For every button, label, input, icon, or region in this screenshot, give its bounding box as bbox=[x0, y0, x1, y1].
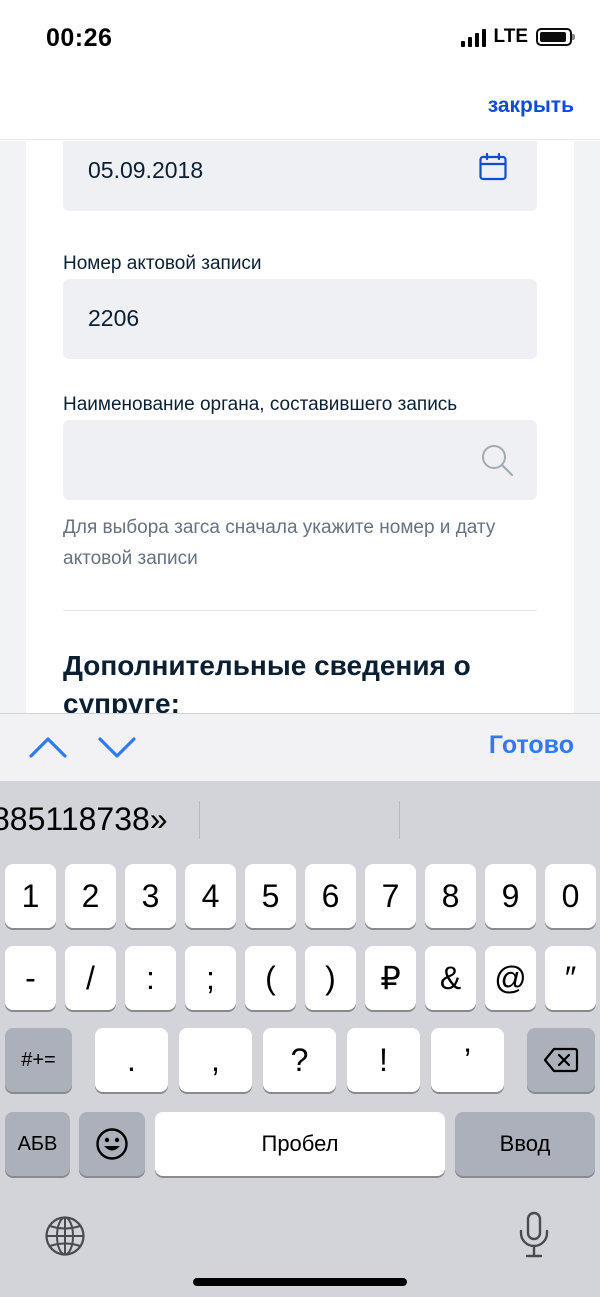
key-5[interactable]: 5 bbox=[245, 864, 296, 928]
microphone-icon[interactable] bbox=[518, 1211, 550, 1259]
divider bbox=[63, 610, 537, 611]
key-exclamation[interactable]: ! bbox=[347, 1028, 420, 1092]
signal-icon bbox=[460, 27, 486, 47]
suggestion-item[interactable]: 885118738» bbox=[0, 801, 168, 838]
key-colon[interactable]: : bbox=[125, 946, 176, 1010]
key-8[interactable]: 8 bbox=[425, 864, 476, 928]
letters-key[interactable]: АБВ bbox=[5, 1112, 70, 1176]
keyboard-toolbar: Готово bbox=[0, 713, 600, 781]
backspace-key[interactable] bbox=[527, 1028, 595, 1092]
key-period[interactable]: . bbox=[95, 1028, 168, 1092]
status-time: 00:26 bbox=[46, 24, 113, 52]
key-semicolon[interactable]: ; bbox=[185, 946, 236, 1010]
key-apostrophe[interactable]: ’ bbox=[431, 1028, 504, 1092]
emoji-key[interactable] bbox=[79, 1112, 145, 1176]
chevron-up-icon[interactable] bbox=[28, 730, 68, 764]
record-number-field[interactable]: 2206 bbox=[63, 279, 537, 359]
top-bar: закрыть bbox=[0, 78, 600, 140]
suggestion-separator bbox=[399, 801, 400, 839]
key-3[interactable]: 3 bbox=[125, 864, 176, 928]
content-area: 05.09.2018 Номер актовой записи 2206 Наи… bbox=[0, 141, 600, 713]
key-ruble[interactable]: ₽ bbox=[365, 946, 416, 1010]
record-number-label: Номер актовой записи bbox=[63, 253, 262, 274]
key-close-paren[interactable]: ) bbox=[305, 946, 356, 1010]
suggestion-separator bbox=[199, 801, 200, 839]
key-question[interactable]: ? bbox=[263, 1028, 336, 1092]
key-open-paren[interactable]: ( bbox=[245, 946, 296, 1010]
section-title: Дополнительные сведения о супруге: bbox=[63, 650, 471, 713]
form-card: 05.09.2018 Номер актовой записи 2206 Наи… bbox=[26, 141, 574, 713]
authority-field[interactable] bbox=[63, 420, 537, 500]
network-type: LTE bbox=[493, 26, 528, 47]
authority-label: Наименование органа, составившего запись bbox=[63, 394, 458, 415]
return-key[interactable]: Ввод bbox=[455, 1112, 595, 1176]
calendar-icon[interactable] bbox=[479, 153, 507, 181]
key-1[interactable]: 1 bbox=[5, 864, 56, 928]
space-key[interactable]: Пробел bbox=[155, 1112, 445, 1176]
key-6[interactable]: 6 bbox=[305, 864, 356, 928]
globe-icon[interactable] bbox=[44, 1215, 86, 1257]
battery-icon bbox=[536, 28, 575, 46]
record-number-value: 2206 bbox=[88, 305, 140, 331]
date-field[interactable]: 05.09.2018 bbox=[63, 141, 537, 211]
authority-hint: Для выбора загса сначала укажите номер и… bbox=[63, 517, 496, 569]
home-indicator bbox=[193, 1278, 407, 1286]
key-ampersand[interactable]: & bbox=[425, 946, 476, 1010]
chevron-down-icon[interactable] bbox=[97, 730, 137, 764]
search-icon[interactable] bbox=[479, 442, 515, 478]
key-0[interactable]: 0 bbox=[545, 864, 596, 928]
backspace-icon bbox=[543, 1047, 579, 1073]
key-hyphen[interactable]: - bbox=[5, 946, 56, 1010]
key-9[interactable]: 9 bbox=[485, 864, 536, 928]
keyboard: 885118738» 1 2 3 4 5 6 7 8 9 0 - / : ; (… bbox=[0, 781, 600, 1297]
key-at[interactable]: @ bbox=[485, 946, 536, 1010]
key-slash[interactable]: / bbox=[65, 946, 116, 1010]
close-button[interactable]: закрыть bbox=[488, 94, 574, 118]
date-field-value: 05.09.2018 bbox=[88, 157, 204, 183]
done-button[interactable]: Готово bbox=[489, 731, 574, 760]
status-bar: 00:26 LTE bbox=[0, 0, 600, 78]
symbols-key[interactable]: #+= bbox=[5, 1028, 72, 1092]
emoji-icon bbox=[96, 1128, 128, 1160]
key-quote[interactable]: ″ bbox=[545, 946, 596, 1010]
key-4[interactable]: 4 bbox=[185, 864, 236, 928]
key-2[interactable]: 2 bbox=[65, 864, 116, 928]
suggestion-bar: 885118738» bbox=[0, 781, 600, 859]
key-7[interactable]: 7 bbox=[365, 864, 416, 928]
status-indicators: LTE bbox=[460, 26, 575, 48]
key-comma[interactable]: , bbox=[179, 1028, 252, 1092]
